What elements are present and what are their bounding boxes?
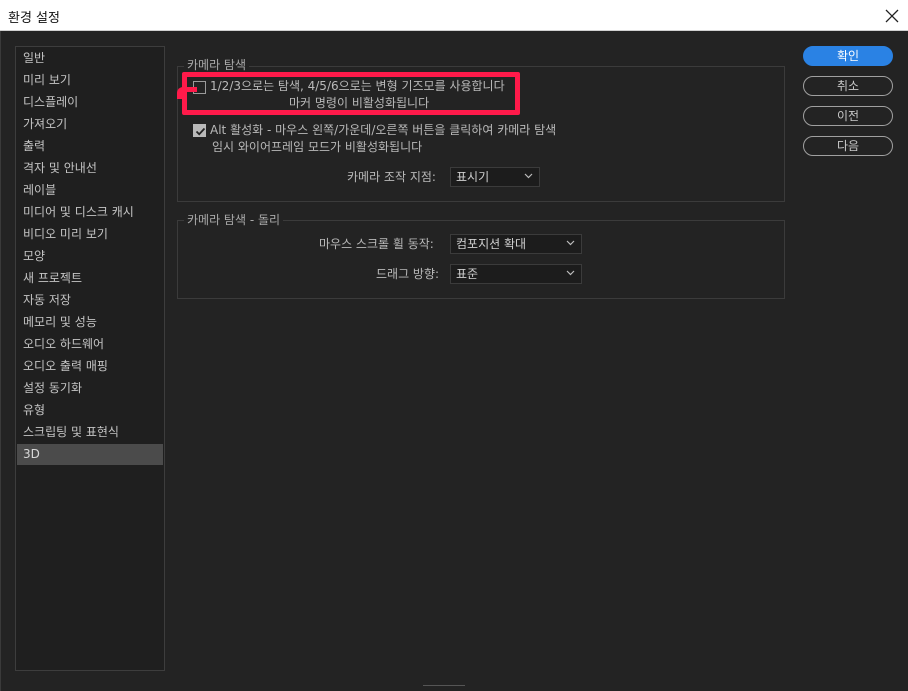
resize-grip — [423, 685, 465, 688]
drag-direction-label: 드래그 방향: — [376, 267, 440, 281]
alt-navigation-checkbox[interactable] — [193, 124, 206, 137]
sidebar-item-display[interactable]: 디스플레이 — [17, 92, 163, 113]
close-icon — [885, 9, 899, 22]
gizmo-shortcut-label-line2: 마커 명령이 비활성화됩니다 — [289, 96, 430, 110]
sidebar-item-output[interactable]: 출력 — [17, 136, 163, 157]
chevron-down-icon — [524, 173, 533, 179]
sidebar-item-sync-settings[interactable]: 설정 동기화 — [17, 378, 163, 399]
alt-navigation-label-line2: 임시 와이어프레임 모드가 비활성화됩니다 — [212, 140, 423, 154]
sidebar-item-audio-output-mapping[interactable]: 오디오 출력 매핑 — [17, 356, 163, 377]
drag-direction-value: 표준 — [456, 267, 479, 281]
sidebar-item-appearance[interactable]: 모양 — [17, 246, 163, 267]
scroll-wheel-value: 컴포지션 확대 — [456, 237, 527, 251]
sidebar-item-previews[interactable]: 미리 보기 — [17, 70, 163, 91]
sidebar-item-3d[interactable]: 3D — [17, 444, 163, 465]
window-title: 환경 설정 — [8, 11, 60, 26]
sidebar-item-auto-save[interactable]: 자동 저장 — [17, 290, 163, 311]
next-button[interactable]: 다음 — [803, 136, 893, 156]
preferences-dialog: 일반 미리 보기 디스플레이 가져오기 출력 격자 및 안내선 레이블 미디어 … — [0, 31, 908, 691]
sidebar-item-memory-performance[interactable]: 메모리 및 성능 — [17, 312, 163, 333]
drag-direction-select[interactable]: 표준 — [450, 264, 582, 284]
camera-pivot-select[interactable]: 표시기 — [450, 167, 540, 187]
sidebar-item-video-preview[interactable]: 비디오 미리 보기 — [17, 224, 163, 245]
close-button[interactable] — [876, 0, 908, 31]
chevron-down-icon — [566, 240, 575, 246]
sidebar-item-grids-guides[interactable]: 격자 및 안내선 — [17, 158, 163, 179]
camera-dolly-group — [177, 220, 785, 299]
camera-navigation-title: 카메라 탐색 — [184, 58, 250, 72]
sidebar-item-media-cache[interactable]: 미디어 및 디스크 캐시 — [17, 202, 163, 223]
sidebar-item-labels[interactable]: 레이블 — [17, 180, 163, 201]
checkmark-icon — [195, 127, 206, 136]
scroll-wheel-select[interactable]: 컴포지션 확대 — [450, 234, 582, 254]
camera-pivot-label: 카메라 조작 지점: — [347, 170, 436, 184]
category-list: 일반 미리 보기 디스플레이 가져오기 출력 격자 및 안내선 레이블 미디어 … — [15, 46, 165, 671]
sidebar-item-scripting-expressions[interactable]: 스크립팅 및 표현식 — [17, 422, 163, 443]
chevron-down-icon — [566, 270, 575, 276]
sidebar-item-general[interactable]: 일반 — [17, 48, 163, 69]
sidebar-item-new-project[interactable]: 새 프로젝트 — [17, 268, 163, 289]
title-bar: 환경 설정 — [0, 0, 908, 31]
ok-button[interactable]: 확인 — [803, 46, 893, 66]
gizmo-shortcut-checkbox[interactable] — [193, 81, 206, 94]
alt-navigation-label-line1: Alt 활성화 - 마우스 왼쪽/가운데/오른쪽 버튼을 클릭하여 카메라 탐색 — [210, 123, 557, 137]
scroll-wheel-label: 마우스 스크롤 휠 동작: — [319, 237, 434, 251]
previous-button[interactable]: 이전 — [803, 106, 893, 126]
gizmo-shortcut-label-line1: 1/2/3으로는 탐색, 4/5/6으로는 변형 기즈모를 사용합니다 — [210, 79, 505, 93]
cancel-button[interactable]: 취소 — [803, 76, 893, 96]
camera-pivot-value: 표시기 — [456, 170, 490, 184]
sidebar-item-import[interactable]: 가져오기 — [17, 114, 163, 135]
camera-dolly-title: 카메라 탐색 - 돌리 — [184, 213, 284, 227]
sidebar-item-audio-hardware[interactable]: 오디오 하드웨어 — [17, 334, 163, 355]
sidebar-item-type[interactable]: 유형 — [17, 400, 163, 421]
